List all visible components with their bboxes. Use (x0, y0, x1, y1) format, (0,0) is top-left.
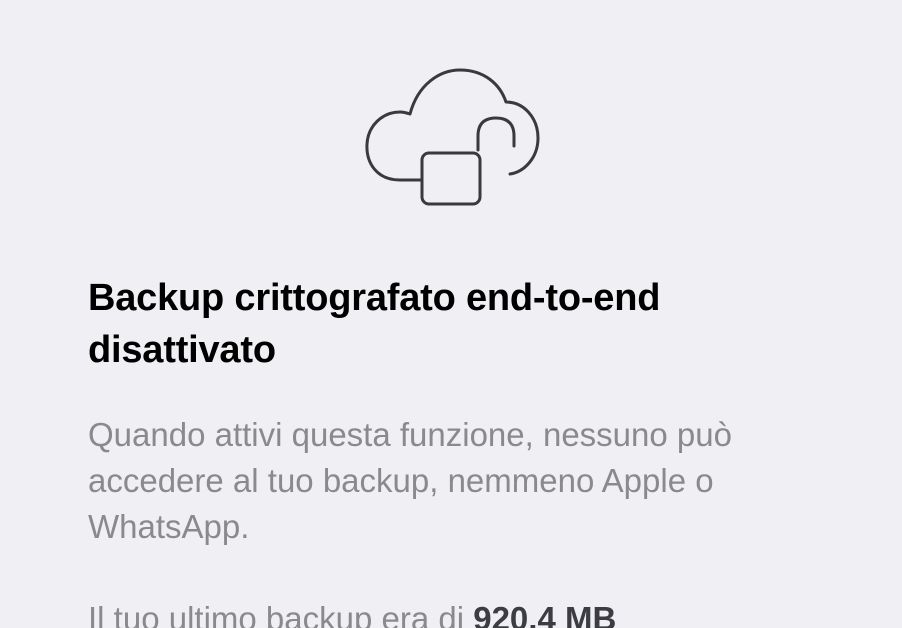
last-backup-prefix: Il tuo ultimo backup era di (88, 600, 474, 628)
cloud-lock-open-icon (360, 62, 544, 212)
last-backup-size: 920,4 MB (473, 600, 617, 628)
encrypted-backup-screen: Backup crittografato end-to-end disattiv… (0, 0, 902, 628)
page-title: Backup crittografato end-to-end disattiv… (88, 277, 661, 371)
last-backup-info: Il tuo ultimo backup era di 920,4 MB (88, 596, 848, 628)
description-text: Quando attivi questa funzione, nessuno p… (88, 416, 732, 545)
